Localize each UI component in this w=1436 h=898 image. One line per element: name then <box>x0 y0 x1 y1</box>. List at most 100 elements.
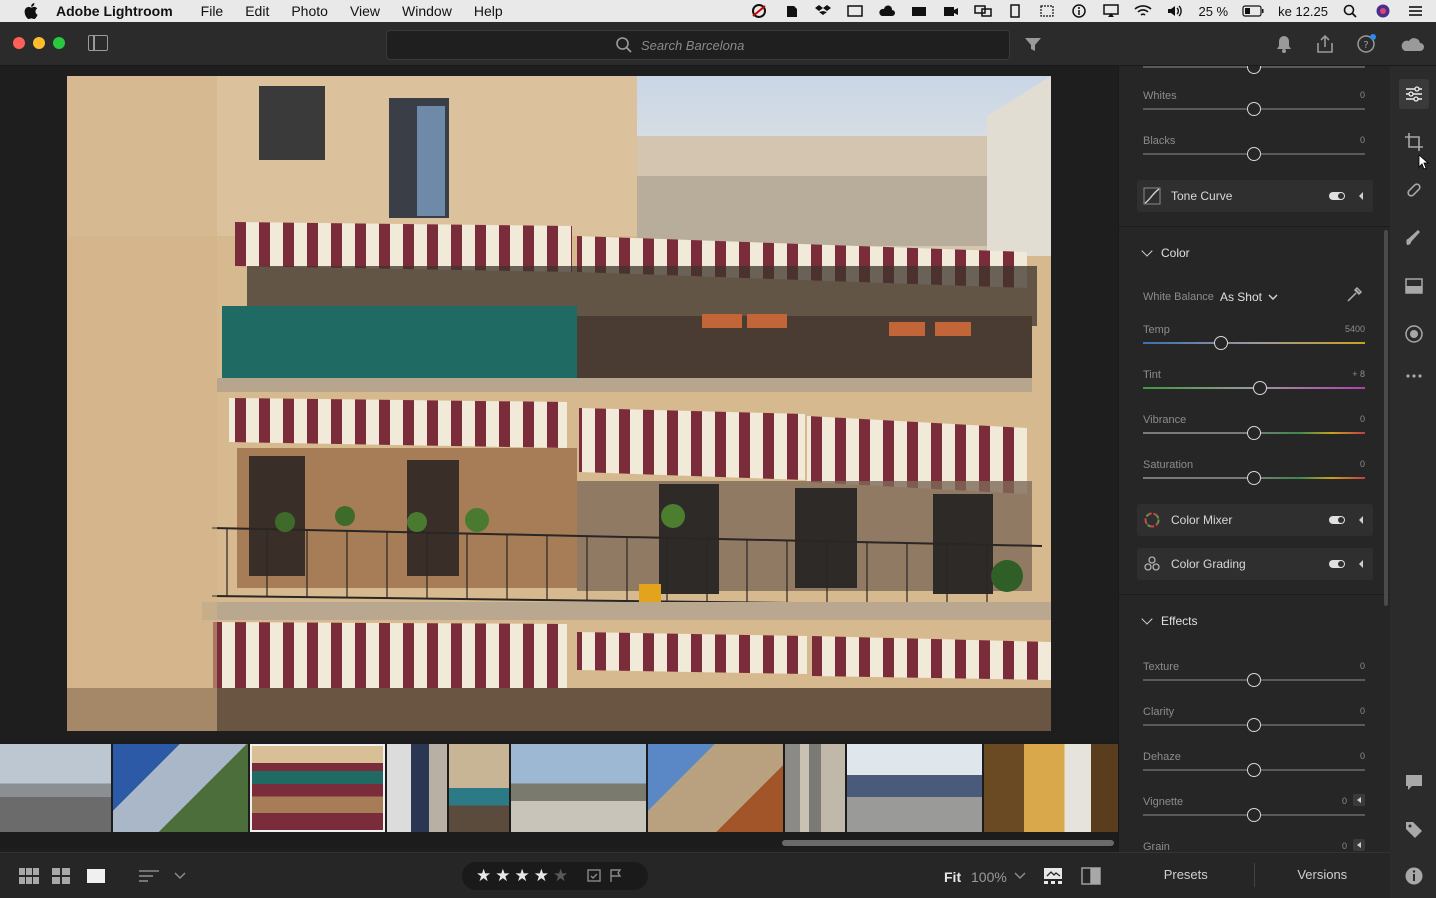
filmstrip-thumb-1[interactable] <box>0 744 111 832</box>
filmstrip-scrollbar[interactable] <box>782 840 1114 846</box>
zoom-level-dropdown[interactable]: 100% <box>971 869 1007 885</box>
search-bar[interactable] <box>386 30 1010 60</box>
camera-icon[interactable] <box>942 4 960 18</box>
slider-thumb[interactable] <box>1247 673 1261 687</box>
star-rating[interactable]: ★ ★ ★ ★ ★ <box>476 866 572 886</box>
search-input[interactable] <box>641 37 781 53</box>
cloud-sync-icon[interactable] <box>1400 34 1426 54</box>
menu-view[interactable]: View <box>350 3 380 19</box>
color-mixer-toggle[interactable] <box>1329 516 1345 524</box>
battery-icon[interactable] <box>1242 5 1264 17</box>
slider-thumb[interactable] <box>1247 471 1261 485</box>
sidebar-toggle-icon[interactable] <box>88 35 108 51</box>
tone-curve-expand-icon[interactable] <box>1359 192 1363 200</box>
slider-value[interactable]: 0 <box>1360 751 1365 761</box>
slider-blacks[interactable]: Blacks 0 <box>1143 135 1365 175</box>
sort-icon[interactable] <box>139 868 159 884</box>
color-mixer-card[interactable]: Color Mixer <box>1137 504 1373 536</box>
window-zoom-button[interactable] <box>53 37 65 49</box>
notifications-bell-icon[interactable] <box>1273 34 1295 54</box>
slider-value[interactable]: 0 <box>1342 841 1347 851</box>
apple-icon[interactable] <box>20 3 42 19</box>
chevron-down-icon[interactable] <box>1268 294 1278 300</box>
keyword-tag-icon[interactable] <box>1404 820 1424 840</box>
zoom-chevron-down-icon[interactable] <box>1014 872 1026 880</box>
spotlight-search-icon[interactable] <box>1342 4 1360 18</box>
slider-value[interactable]: 0 <box>1360 661 1365 671</box>
share-icon[interactable] <box>1314 34 1336 54</box>
flag-pick-icon[interactable] <box>586 868 602 884</box>
menu-app-name[interactable]: Adobe Lightroom <box>56 3 173 19</box>
edit-panel-scrollbar[interactable] <box>1384 230 1388 606</box>
filmstrip-thumb-6[interactable] <box>511 744 646 832</box>
versions-button[interactable]: Versions <box>1255 853 1391 898</box>
compare-view-icon[interactable] <box>1081 867 1101 885</box>
tone-curve-card[interactable]: Tone Curve <box>1137 180 1373 212</box>
comment-icon[interactable] <box>1404 772 1424 792</box>
slider-thumb[interactable] <box>1213 336 1228 350</box>
window-icon[interactable] <box>1038 4 1056 18</box>
slider-thumb[interactable] <box>1247 808 1261 822</box>
filmstrip-thumb-7[interactable] <box>648 744 783 832</box>
chevron-down-icon[interactable] <box>174 872 186 880</box>
zoom-fit-button[interactable]: Fit <box>944 869 961 885</box>
filmstrip-thumb-5[interactable] <box>449 744 509 832</box>
radial-gradient-icon[interactable] <box>1404 324 1424 344</box>
main-photo[interactable] <box>67 76 1051 731</box>
creative-cloud-icon[interactable] <box>750 4 768 18</box>
slider-value[interactable]: 0 <box>1360 414 1365 424</box>
color-mixer-expand-icon[interactable] <box>1359 516 1363 524</box>
dropbox-icon[interactable] <box>814 4 832 18</box>
evernote-icon[interactable] <box>782 4 800 18</box>
menu-help[interactable]: Help <box>474 3 503 19</box>
info-icon[interactable] <box>1404 866 1424 886</box>
star-3[interactable]: ★ <box>515 866 530 885</box>
star-1[interactable]: ★ <box>476 866 491 885</box>
slider-thumb[interactable] <box>1247 147 1261 161</box>
notification-center-icon[interactable] <box>1406 4 1424 18</box>
slider-vibrance[interactable]: Vibrance 0 <box>1143 414 1365 454</box>
slider-saturation[interactable]: Saturation 0 <box>1143 459 1365 499</box>
slider-grain[interactable]: Grain 0 <box>1143 839 1365 852</box>
slider-whites[interactable]: Whites 0 <box>1143 90 1365 130</box>
menubar-clock[interactable]: ke 12.25 <box>1278 4 1328 19</box>
filmstrip-thumb-selected[interactable] <box>250 744 385 832</box>
filter-icon[interactable] <box>1022 34 1044 54</box>
slider-value[interactable]: 0 <box>1360 706 1365 716</box>
slider-track[interactable] <box>1143 342 1365 344</box>
screen-icon[interactable] <box>846 4 864 18</box>
color-section-header[interactable]: Color <box>1141 245 1190 260</box>
window-minimize-button[interactable] <box>33 37 45 49</box>
slider-value[interactable]: 0 <box>1360 90 1365 100</box>
effects-section-header[interactable]: Effects <box>1141 613 1197 628</box>
help-icon[interactable]: ? <box>1355 34 1377 54</box>
white-balance-dropdown[interactable]: As Shot <box>1220 290 1262 304</box>
star-2[interactable]: ★ <box>495 866 510 885</box>
window-close-button[interactable] <box>13 37 25 49</box>
presets-button[interactable]: Presets <box>1118 853 1254 898</box>
color-grading-card[interactable]: Color Grading <box>1137 548 1373 580</box>
slider-tint[interactable]: Tint + 8 <box>1143 369 1365 409</box>
siri-icon[interactable] <box>1374 4 1392 18</box>
slider-thumb[interactable] <box>1247 102 1261 116</box>
healing-brush-icon[interactable] <box>1404 180 1424 200</box>
star-4[interactable]: ★ <box>534 866 549 885</box>
airplay-icon[interactable] <box>1102 4 1120 18</box>
slider-texture[interactable]: Texture 0 <box>1143 661 1365 701</box>
slider-temp[interactable]: Temp 5400 <box>1143 324 1365 364</box>
grid-large-view-icon[interactable] <box>19 868 39 884</box>
detail-view-icon[interactable] <box>87 868 105 884</box>
volume-icon[interactable] <box>1166 4 1184 18</box>
filmstrip-toggle-icon[interactable] <box>1043 867 1063 885</box>
wifi-icon[interactable] <box>1134 4 1153 18</box>
filmstrip-thumb-2[interactable] <box>113 744 248 832</box>
filmstrip-thumb-9[interactable] <box>847 744 982 832</box>
slider-value[interactable]: 5400 <box>1345 324 1365 334</box>
filmstrip-thumb-10[interactable] <box>984 744 1118 832</box>
slider-thumb[interactable] <box>1252 381 1267 395</box>
media-icon[interactable] <box>910 4 928 18</box>
slider-value[interactable]: + 8 <box>1352 369 1365 379</box>
slider-value[interactable]: 0 <box>1360 135 1365 145</box>
grid-square-view-icon[interactable] <box>52 868 70 884</box>
display-icon[interactable] <box>974 4 993 18</box>
